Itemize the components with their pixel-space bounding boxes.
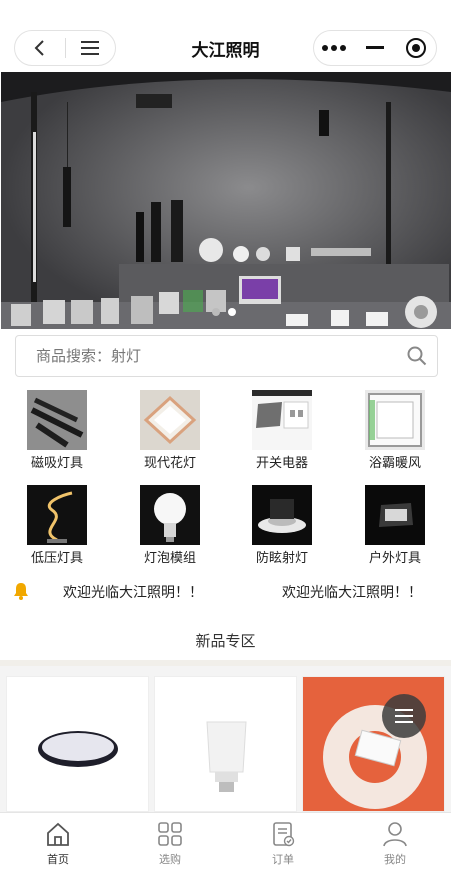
category-label: 浴霸暖风	[368, 456, 421, 471]
tab-label: 我的	[384, 853, 406, 866]
tab-mine[interactable]: 我的	[339, 813, 451, 873]
tab-label: 选购	[159, 853, 181, 866]
product-card[interactable]	[6, 676, 149, 812]
banner-carousel[interactable]	[1, 72, 451, 329]
product-card[interactable]	[154, 676, 297, 812]
more-icon	[322, 45, 347, 51]
category-label: 灯泡模组	[143, 551, 196, 566]
category-image	[252, 390, 312, 450]
search-button[interactable]	[397, 346, 437, 366]
product-card[interactable]	[302, 676, 445, 812]
category-item-bulb[interactable]: 灯泡模组	[120, 485, 220, 566]
tab-label: 订单	[272, 853, 294, 866]
home-icon	[47, 822, 69, 846]
category-image	[365, 390, 425, 450]
search-bar	[15, 335, 438, 377]
product-image	[206, 721, 247, 792]
category-item-modern[interactable]: 现代花灯	[120, 390, 220, 471]
target-close-icon	[405, 38, 426, 58]
notice-text: 欢迎光临大江照明！！	[63, 585, 203, 601]
notice-bar: 欢迎光临大江照明！！ 欢迎光临大江照明！！	[0, 578, 451, 604]
notice-text: 欢迎光临大江照明！！	[282, 585, 422, 601]
category-image	[140, 485, 200, 545]
more-button[interactable]	[314, 31, 355, 65]
minimize-icon	[366, 46, 384, 49]
product-image	[38, 731, 118, 767]
carousel-dot-active[interactable]	[228, 308, 236, 316]
tab-home[interactable]: 首页	[2, 813, 114, 873]
user-icon	[383, 822, 407, 847]
category-item-low-voltage[interactable]: 低压灯具	[7, 485, 107, 566]
category-image	[252, 485, 312, 545]
bell-icon	[13, 582, 29, 604]
category-image	[140, 390, 200, 450]
section-title: 新品专区	[195, 632, 256, 650]
category-item-outdoor[interactable]: 户外灯具	[345, 485, 445, 566]
category-label: 现代花灯	[143, 456, 196, 471]
category-image	[27, 390, 87, 450]
close-button[interactable]	[395, 31, 436, 65]
carousel-indicator	[212, 308, 236, 316]
category-label: 磁吸灯具	[30, 456, 83, 471]
banner-image	[1, 72, 451, 329]
product-image	[303, 677, 444, 811]
category-item-anti-glare[interactable]: 防眩射灯	[232, 485, 332, 566]
search-input[interactable]	[16, 346, 397, 366]
order-icon	[273, 822, 295, 847]
category-item-magnetic[interactable]: 磁吸灯具	[7, 390, 107, 471]
floating-menu-button[interactable]	[382, 694, 426, 738]
carousel-dot[interactable]	[212, 308, 220, 316]
tab-label: 首页	[47, 853, 69, 866]
category-label: 防眩射灯	[255, 551, 308, 566]
category-label: 低压灯具	[30, 551, 83, 566]
category-label: 户外灯具	[368, 551, 421, 566]
category-label: 开关电器	[255, 456, 308, 471]
search-icon	[407, 346, 427, 366]
top-bar: 大江照明	[0, 0, 451, 72]
tab-orders[interactable]: 订单	[227, 813, 339, 873]
product-list	[0, 666, 451, 812]
category-image	[27, 485, 87, 545]
menu-icon	[395, 709, 413, 723]
category-item-switch[interactable]: 开关电器	[232, 390, 332, 471]
minimize-button[interactable]	[355, 31, 396, 65]
grid-icon	[158, 822, 182, 846]
category-image	[365, 485, 425, 545]
bottom-tab-bar: 首页 选购 订单 我的	[0, 812, 451, 873]
category-item-bath-heater[interactable]: 浴霸暖风	[345, 390, 445, 471]
tab-shop[interactable]: 选购	[114, 813, 226, 873]
nav-right-capsule	[313, 30, 437, 66]
